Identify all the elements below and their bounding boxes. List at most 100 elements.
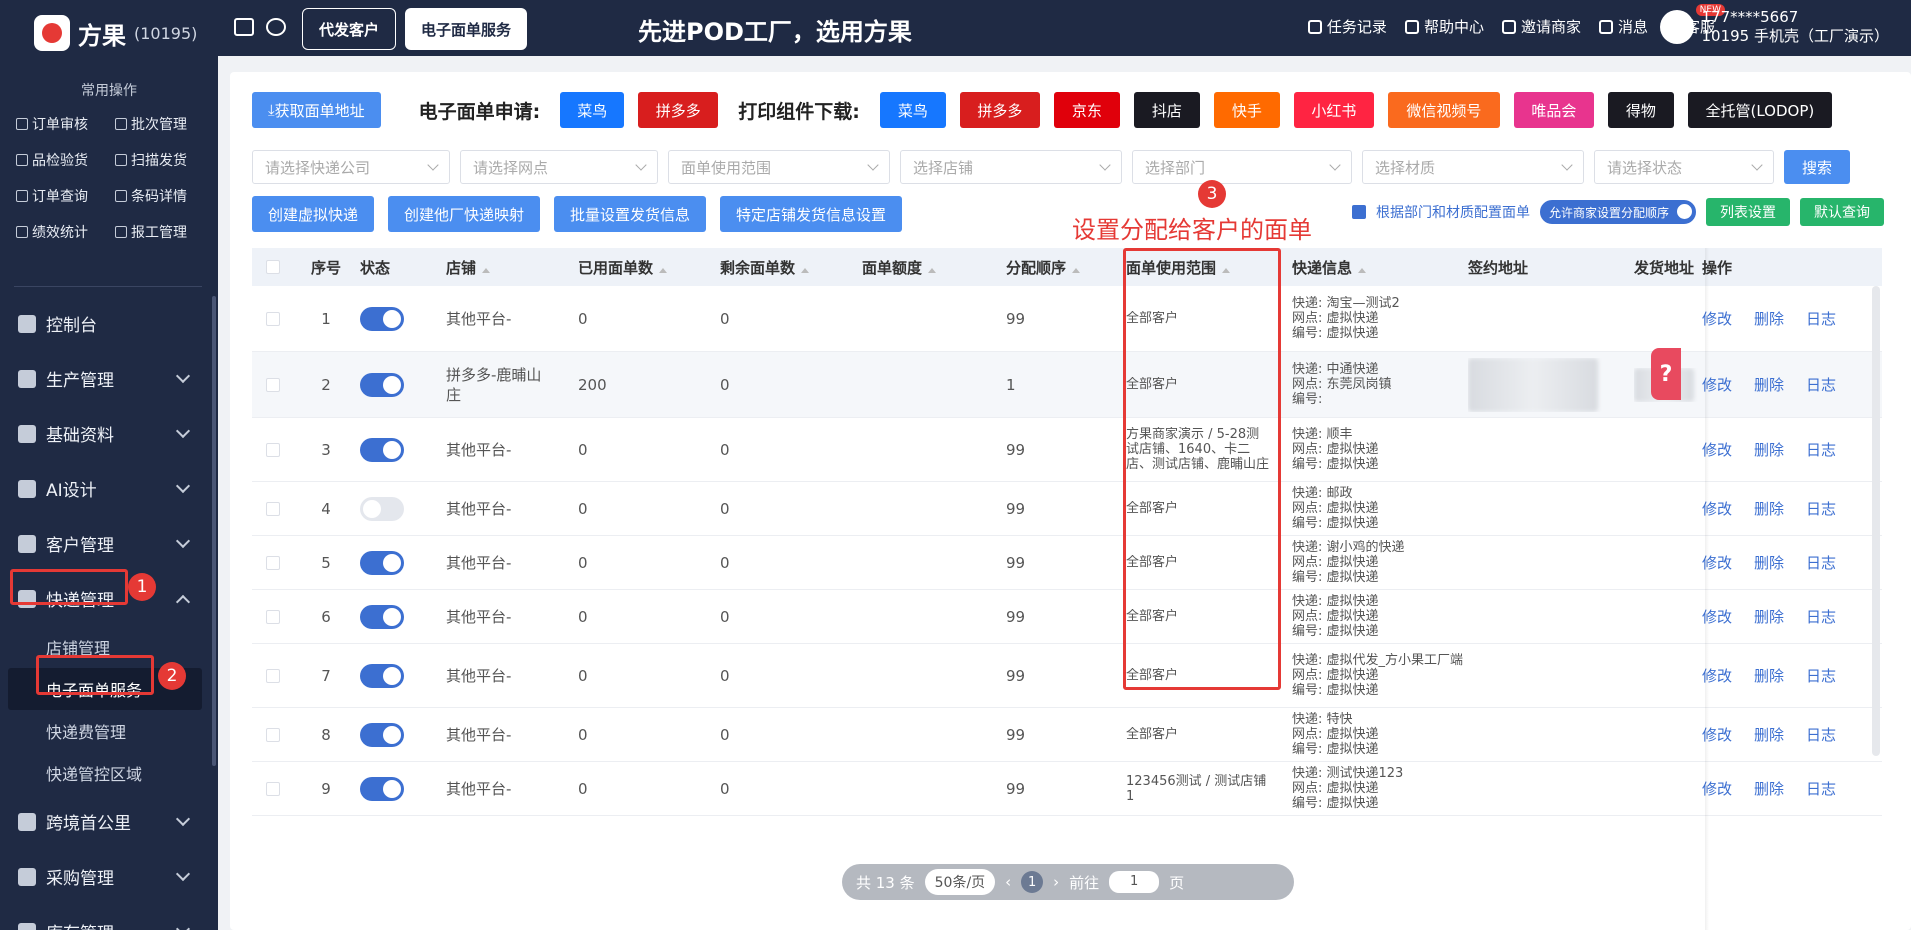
delete-link[interactable]: 删除 <box>1754 552 1784 573</box>
delete-link[interactable]: 删除 <box>1754 439 1784 460</box>
print-dewu-button[interactable]: 得物 <box>1607 92 1674 128</box>
prev-page-icon[interactable]: ‹ <box>1005 873 1011 891</box>
row-checkbox[interactable] <box>266 555 280 570</box>
row-checkbox[interactable] <box>266 668 280 683</box>
page-number[interactable]: 1 <box>1021 871 1044 893</box>
log-link[interactable]: 日志 <box>1806 552 1836 573</box>
delete-link[interactable]: 删除 <box>1754 498 1784 519</box>
log-link[interactable]: 日志 <box>1806 665 1836 686</box>
quick-item-performance[interactable]: 绩效统计 <box>16 222 107 242</box>
dept-material-checkbox[interactable] <box>1351 205 1366 219</box>
quick-item-scan-ship[interactable]: 扫描发货 <box>115 150 206 170</box>
status-switch[interactable] <box>360 550 404 575</box>
print-kuaishou-button[interactable]: 快手 <box>1213 92 1280 128</box>
log-link[interactable]: 日志 <box>1806 439 1836 460</box>
log-link[interactable]: 日志 <box>1806 724 1836 745</box>
print-xiaohongshu-button[interactable]: 小红书 <box>1293 92 1374 128</box>
delete-link[interactable]: 删除 <box>1754 606 1784 627</box>
header-quota[interactable]: 面单额度 <box>862 257 1006 278</box>
status-switch[interactable] <box>360 437 404 462</box>
status-switch[interactable] <box>360 776 404 801</box>
apply-cainiao-button[interactable]: 菜鸟 <box>560 92 625 128</box>
delete-link[interactable]: 删除 <box>1754 374 1784 395</box>
next-page-icon[interactable]: › <box>1053 873 1059 891</box>
messages-link[interactable]: 消息 <box>1598 16 1648 37</box>
menu-production[interactable]: 生产管理 <box>0 351 218 406</box>
tab-e-waybill-service[interactable]: 电子面单服务 <box>405 8 528 50</box>
search-button[interactable]: 搜索 <box>1784 150 1850 184</box>
table-scrollbar[interactable] <box>1872 286 1880 756</box>
page-size-select[interactable]: 50条/页 <box>924 869 996 895</box>
department-select[interactable]: 选择部门 <box>1132 150 1352 184</box>
row-checkbox[interactable] <box>266 311 280 326</box>
list-settings-button[interactable]: 列表设置 <box>1706 198 1790 226</box>
shop-select[interactable]: 选择店铺 <box>900 150 1122 184</box>
status-switch[interactable] <box>360 372 404 397</box>
sidebar-scrollbar[interactable] <box>212 296 216 766</box>
status-select[interactable]: 请选择状态 <box>1594 150 1774 184</box>
allow-merchant-order-toggle[interactable]: 允许商家设置分配顺序 <box>1539 200 1696 224</box>
status-switch[interactable] <box>360 496 404 521</box>
row-checkbox[interactable] <box>266 501 280 516</box>
status-switch[interactable] <box>360 722 404 747</box>
row-checkbox[interactable] <box>266 781 280 796</box>
quick-item-barcode[interactable]: 条码详情 <box>115 186 206 206</box>
menu-basic-data[interactable]: 基础资料 <box>0 406 218 461</box>
log-link[interactable]: 日志 <box>1806 498 1836 519</box>
print-jd-button[interactable]: 京东 <box>1053 92 1120 128</box>
print-pdd-button[interactable]: 拼多多 <box>959 92 1040 128</box>
status-switch[interactable] <box>360 663 404 688</box>
menu-inventory[interactable]: 库存管理 <box>0 904 218 930</box>
print-lodop-button[interactable]: 全托管(LODOP) <box>1687 92 1832 128</box>
material-select[interactable]: 选择材质 <box>1362 150 1584 184</box>
get-waybill-address-button[interactable]: ⤓ 获取面单地址 <box>252 92 381 128</box>
print-wechat-video-button[interactable]: 微信视频号 <box>1387 92 1500 128</box>
default-query-button[interactable]: 默认查询 <box>1800 198 1884 226</box>
usage-scope-select[interactable]: 面单使用范围 <box>668 150 890 184</box>
quick-item-order-query[interactable]: 订单查询 <box>16 186 107 206</box>
help-float-button[interactable]: ? <box>1651 348 1681 400</box>
menu-customer[interactable]: 客户管理 <box>0 516 218 571</box>
sub-express-control-area[interactable]: 快递管控区域 <box>0 752 218 794</box>
print-vip-button[interactable]: 唯品会 <box>1513 92 1594 128</box>
log-link[interactable]: 日志 <box>1806 606 1836 627</box>
task-records-link[interactable]: 任务记录 <box>1307 16 1387 37</box>
header-used[interactable]: 已用面单数 <box>578 257 720 278</box>
quick-item-inspection[interactable]: 品检验货 <box>16 150 107 170</box>
status-switch[interactable] <box>360 306 404 331</box>
print-douyin-button[interactable]: 抖店 <box>1133 92 1200 128</box>
delete-link[interactable]: 删除 <box>1754 665 1784 686</box>
row-checkbox[interactable] <box>266 727 280 742</box>
menu-toggle-icon[interactable] <box>234 18 254 36</box>
batch-shipping-info-button[interactable]: 批量设置发货信息 <box>554 196 707 232</box>
delete-link[interactable]: 删除 <box>1754 724 1784 745</box>
tab-dropship-customer[interactable]: 代发客户 <box>302 8 397 50</box>
sub-express-fee[interactable]: 快递费管理 <box>0 710 218 752</box>
log-link[interactable]: 日志 <box>1806 374 1836 395</box>
select-all-checkbox[interactable] <box>266 260 280 274</box>
status-switch[interactable] <box>360 604 404 629</box>
outlet-select[interactable]: 请选择网点 <box>460 150 658 184</box>
create-virtual-express-button[interactable]: 创建虚拟快递 <box>252 196 375 232</box>
log-link[interactable]: 日志 <box>1806 308 1836 329</box>
menu-console[interactable]: 控制台 <box>0 296 218 351</box>
goto-page-input[interactable]: 1 <box>1109 871 1160 893</box>
print-cainiao-button[interactable]: 菜鸟 <box>879 92 946 128</box>
delete-link[interactable]: 删除 <box>1754 308 1784 329</box>
quick-item-order-review[interactable]: 订单审核 <box>16 114 107 134</box>
delete-link[interactable]: 删除 <box>1754 778 1784 799</box>
apply-pdd-button[interactable]: 拼多多 <box>638 92 719 128</box>
express-company-select[interactable]: 请选择快递公司 <box>252 150 450 184</box>
header-remaining[interactable]: 剩余面单数 <box>720 257 862 278</box>
log-link[interactable]: 日志 <box>1806 778 1836 799</box>
row-checkbox[interactable] <box>266 609 280 624</box>
header-order[interactable]: 分配顺序 <box>1006 257 1126 278</box>
refresh-icon[interactable] <box>266 18 286 36</box>
menu-purchase[interactable]: 采购管理 <box>0 849 218 904</box>
specific-shop-shipping-button[interactable]: 特定店铺发货信息设置 <box>720 196 903 232</box>
menu-cross-border[interactable]: 跨境首公里 <box>0 794 218 849</box>
header-shop[interactable]: 店铺 <box>446 257 578 278</box>
invite-merchant-link[interactable]: 邀请商家 <box>1501 16 1581 37</box>
header-express[interactable]: 快递信息 <box>1292 257 1468 278</box>
quick-item-batch[interactable]: 批次管理 <box>115 114 206 134</box>
